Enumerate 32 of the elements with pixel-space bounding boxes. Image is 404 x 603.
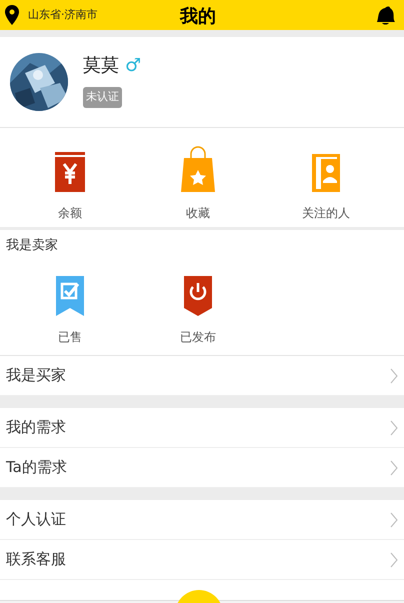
gender-symbol: ♂ [125,54,142,78]
chevron-right-icon [390,368,398,384]
shortcut-label: 已售 [58,328,82,346]
section-title: 我是卖家 [5,237,59,255]
yen-card-icon [55,152,85,192]
shopping-bag-icon [181,146,215,192]
menu-row[interactable]: 联系客服 [0,540,404,580]
location-pin-icon [5,5,19,25]
shortcut-tile[interactable]: 收藏 [134,146,262,222]
shortcut-label: 余额 [58,205,82,222]
shortcut-label: 关注的人 [302,205,350,222]
menu-row[interactable]: 个人认证 [0,500,404,540]
chevron-right-icon [390,552,398,568]
menu-row[interactable]: 我的需求 [0,408,404,448]
chevron-right-icon [390,420,398,436]
menu-row[interactable]: 我是买家 [0,356,404,396]
shortcut-tile[interactable]: 已发布 [134,270,262,346]
page-title: 我的 [180,5,216,29]
shortcut-label: 收藏 [186,205,210,222]
verification-badge: 未认证 [83,87,122,108]
chevron-right-icon [390,460,398,476]
shortcut-tile[interactable]: 已售 [6,270,134,346]
location-text[interactable]: 山东省·济南市 [28,6,98,24]
shortcut-label: 已发布 [180,328,216,346]
contact-card-icon [312,154,340,192]
shortcut-tile[interactable]: 余额 [6,146,134,222]
user-name: 莫莫 [83,54,119,78]
menu-row[interactable]: Ta的需求 [0,448,404,488]
power-ribbon-icon [184,276,212,316]
chevron-right-icon [390,512,398,528]
checkbox-ribbon-icon [56,276,84,316]
shortcut-tile[interactable]: 关注的人 [262,146,390,222]
